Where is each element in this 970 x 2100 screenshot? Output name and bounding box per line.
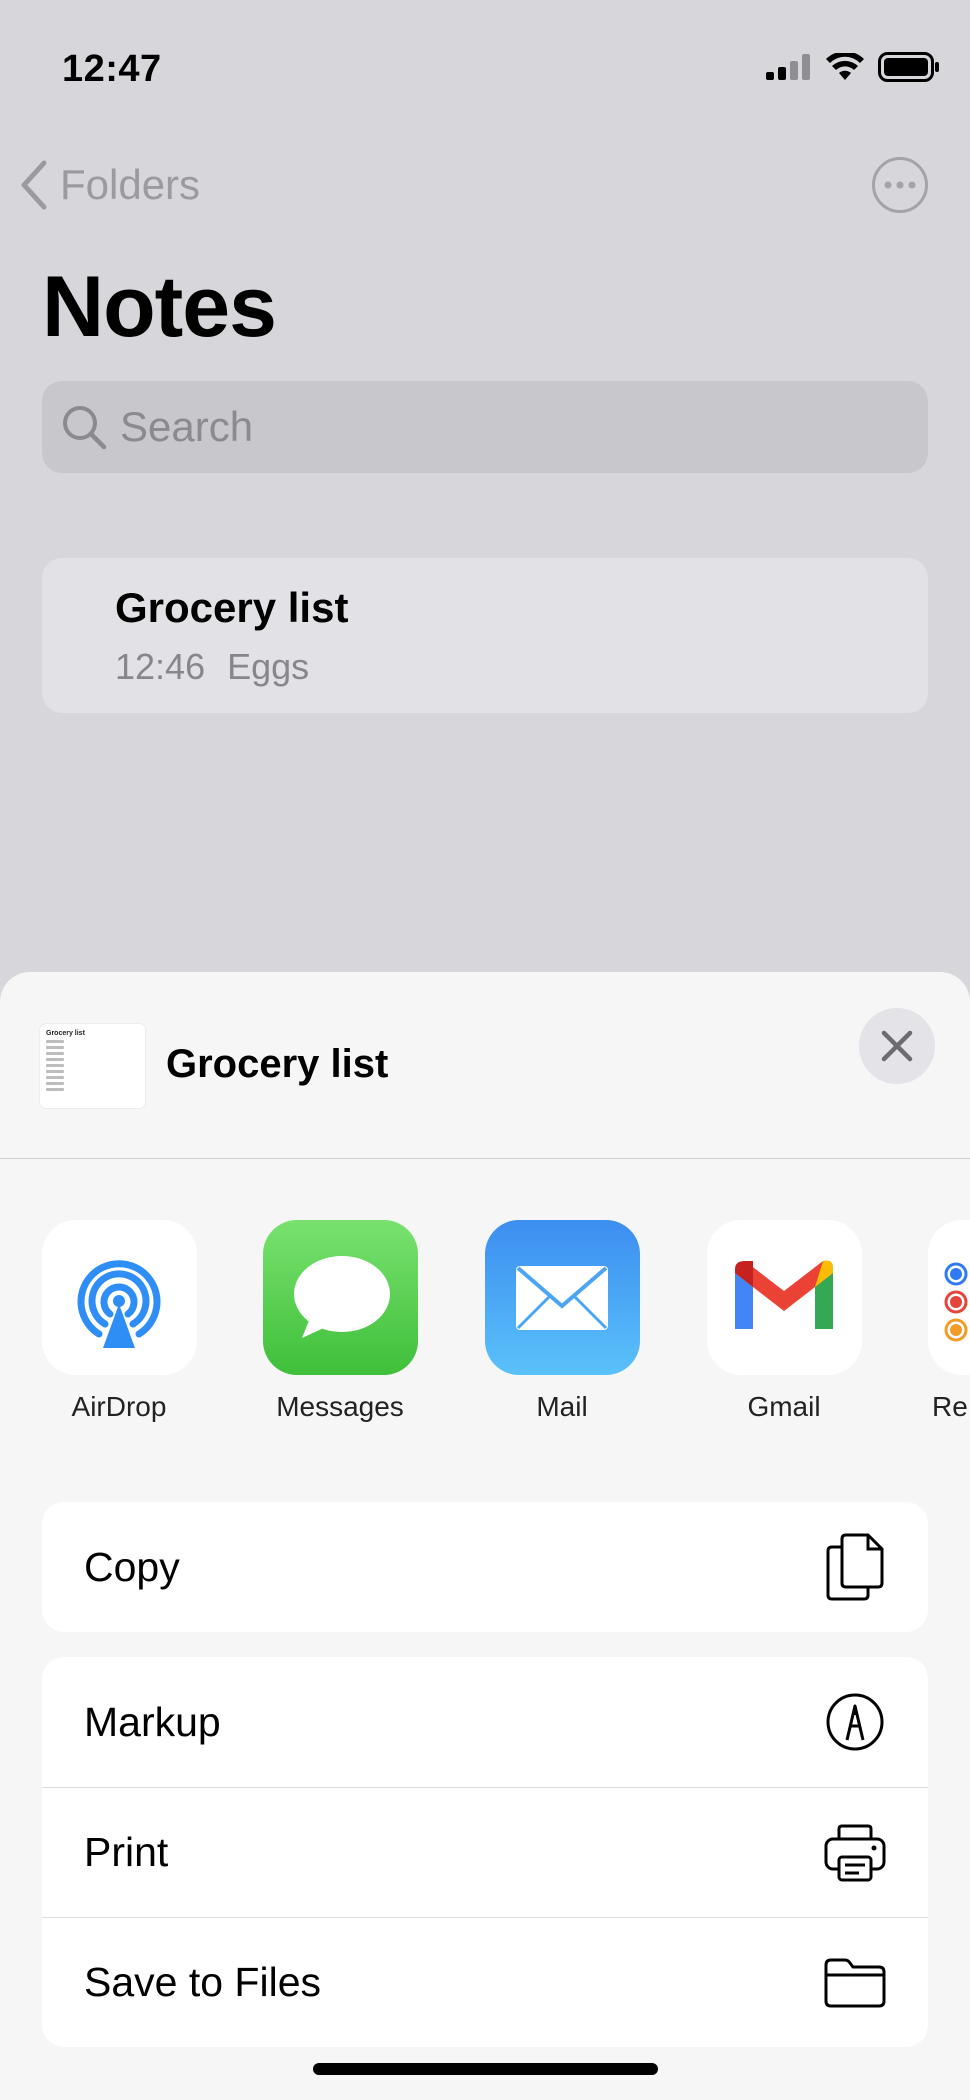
share-sheet-header: Grocery list Grocery list	[0, 972, 970, 1159]
search-placeholder: Search	[120, 403, 254, 450]
action-label: Markup	[84, 1698, 221, 1745]
note-thumbnail: Grocery list	[40, 1024, 145, 1108]
action-group-main: Markup Print Save to Files	[42, 1657, 928, 2047]
reminders-icon	[927, 1220, 970, 1375]
status-bar: 12:47	[0, 0, 970, 130]
thumbnail-lines	[46, 1040, 64, 1094]
action-label: Save to Files	[84, 1959, 321, 2005]
airdrop-icon	[41, 1220, 197, 1375]
action-group-copy: Copy	[42, 1502, 928, 1632]
note-meta: 12:46 Eggs	[115, 646, 309, 688]
share-sheet-title: Grocery list	[166, 1042, 389, 1086]
action-copy[interactable]: Copy	[42, 1502, 928, 1632]
note-preview: Eggs	[227, 646, 310, 687]
action-label: Print	[84, 1829, 169, 1875]
wifi-icon	[826, 53, 864, 80]
navigation-bar: Folders	[0, 150, 970, 230]
thumbnail-title: Grocery list	[46, 1030, 85, 1037]
share-apps-row: AirDrop Messages Mail Gmail Re	[0, 1220, 970, 1440]
back-button[interactable]: Folders	[20, 160, 200, 210]
share-app-label: AirDrop	[71, 1391, 167, 1422]
battery-icon	[878, 52, 939, 82]
action-print[interactable]: Print	[42, 1787, 928, 1917]
share-app-reminders[interactable]: Re	[920, 1220, 970, 1423]
page-title: Notes	[42, 259, 277, 355]
close-icon	[881, 1030, 913, 1062]
share-app-label: Mail	[536, 1391, 588, 1422]
messages-icon	[262, 1220, 418, 1375]
share-app-label: Gmail	[747, 1391, 821, 1422]
gmail-icon	[706, 1220, 862, 1375]
chevron-left-icon	[21, 160, 47, 210]
back-button-label: Folders	[60, 161, 201, 208]
search-input[interactable]: Search	[42, 381, 928, 473]
cellular-signal-icon	[766, 54, 810, 80]
action-label: Copy	[84, 1543, 180, 1590]
search-icon	[63, 406, 107, 450]
share-app-label: Re	[932, 1391, 968, 1422]
action-save-to-files[interactable]: Save to Files	[42, 1917, 928, 2047]
folder-icon	[820, 1948, 890, 2018]
more-options-button[interactable]	[872, 157, 928, 213]
share-app-airdrop[interactable]: AirDrop	[34, 1220, 204, 1423]
print-icon	[820, 1818, 890, 1888]
share-app-label: Messages	[276, 1391, 404, 1422]
ellipsis-icon	[884, 181, 916, 189]
note-title: Grocery list	[115, 584, 349, 631]
status-time: 12:47	[62, 48, 162, 90]
markup-icon	[820, 1687, 890, 1757]
status-icons	[766, 52, 940, 82]
mail-icon	[484, 1220, 640, 1375]
share-sheet: Grocery list Grocery list AirDrop Messag…	[0, 972, 970, 2100]
home-indicator[interactable]	[313, 2063, 658, 2075]
copy-icon	[820, 1532, 890, 1602]
action-markup[interactable]: Markup	[42, 1657, 928, 1787]
close-button[interactable]	[859, 1008, 935, 1084]
note-list-item[interactable]: Grocery list 12:46 Eggs	[42, 558, 928, 713]
note-time: 12:46	[115, 646, 206, 687]
share-app-gmail[interactable]: Gmail	[699, 1220, 869, 1423]
share-app-mail[interactable]: Mail	[477, 1220, 647, 1423]
share-app-messages[interactable]: Messages	[255, 1220, 425, 1423]
